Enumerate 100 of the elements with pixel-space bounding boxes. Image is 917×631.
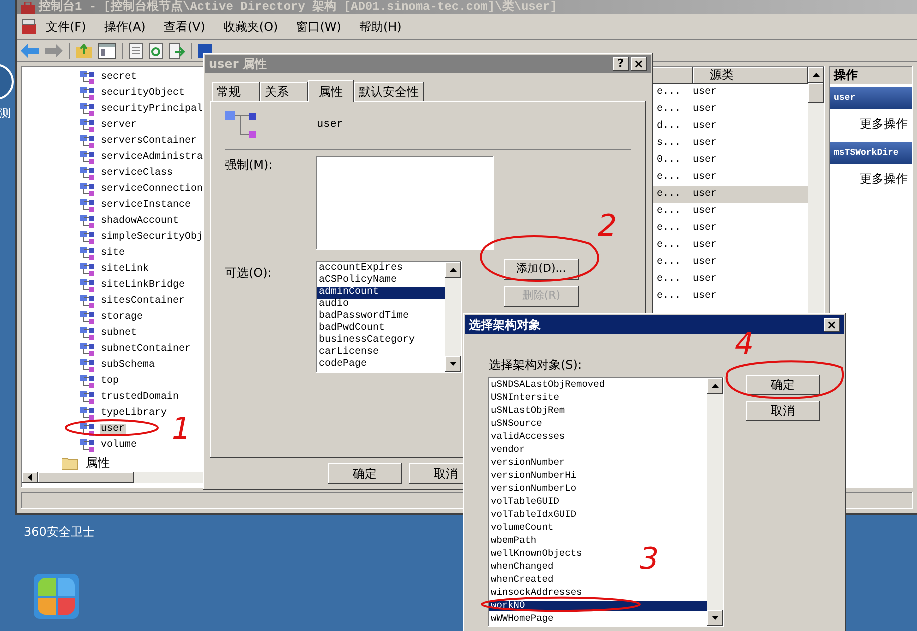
tree-item[interactable]: subnet bbox=[100, 328, 138, 340]
scroll-thumb[interactable] bbox=[38, 472, 134, 483]
tree-item[interactable]: 属性 bbox=[86, 454, 110, 472]
add-button[interactable]: 添加(D)... bbox=[504, 259, 579, 280]
list-item[interactable]: codePage bbox=[317, 359, 445, 371]
class-icon bbox=[80, 407, 96, 421]
list-item[interactable]: businessCategory bbox=[317, 335, 445, 347]
close-button[interactable]: × bbox=[824, 318, 840, 332]
menu-item[interactable]: 文件(F) bbox=[37, 18, 96, 36]
list-item[interactable]: aCSPolicyName bbox=[317, 275, 445, 287]
menu-item[interactable]: 帮助(H) bbox=[350, 18, 411, 36]
scroll-thumb[interactable] bbox=[808, 83, 824, 103]
schema-object-list[interactable] bbox=[488, 377, 724, 627]
cancel-button[interactable]: 取消 bbox=[746, 401, 820, 421]
list-item[interactable]: whenChanged bbox=[489, 562, 556, 572]
table-cell-text: user bbox=[693, 154, 718, 168]
class-icon bbox=[80, 183, 96, 197]
table-cell-text: 0... bbox=[657, 154, 682, 168]
list-item[interactable]: volTableGUID bbox=[489, 497, 562, 507]
tree-item[interactable]: siteLink bbox=[100, 264, 150, 276]
class-icon bbox=[80, 423, 96, 437]
list-item[interactable]: versionNumberHi bbox=[489, 471, 579, 481]
tree-item[interactable]: securityPrincipal bbox=[100, 104, 204, 116]
horizontal-scrollbar[interactable] bbox=[22, 472, 205, 483]
scrollbar[interactable] bbox=[707, 378, 723, 626]
tree-item[interactable]: subnetContainer bbox=[100, 344, 192, 356]
tree-item[interactable]: serviceInstance bbox=[100, 200, 192, 212]
tree-item[interactable]: server bbox=[100, 120, 138, 132]
menu-item[interactable]: 查看(V) bbox=[154, 18, 214, 36]
export-icon[interactable] bbox=[169, 42, 185, 58]
class-icon bbox=[80, 295, 96, 309]
action-link[interactable]: 更多操作 bbox=[830, 164, 912, 194]
list-item[interactable]: USNIntersite bbox=[489, 393, 562, 403]
menu-item[interactable]: 窗口(W) bbox=[287, 18, 350, 36]
class-icon bbox=[80, 359, 96, 373]
tree-item[interactable]: top bbox=[100, 376, 120, 388]
list-item[interactable]: winsockAddresses bbox=[489, 588, 584, 598]
close-button[interactable]: × bbox=[631, 57, 647, 71]
list-item[interactable]: validAccesses bbox=[489, 432, 568, 442]
tree-item[interactable]: shadowAccount bbox=[100, 216, 180, 228]
list-item[interactable]: wbemPath bbox=[489, 536, 539, 546]
tree-item[interactable]: simpleSecurityObj bbox=[100, 232, 204, 244]
table-cell-text: e... bbox=[657, 256, 682, 270]
ok-button[interactable]: 确定 bbox=[328, 463, 402, 484]
menu-item[interactable]: 操作(A) bbox=[95, 18, 155, 36]
tree-item[interactable]: subSchema bbox=[100, 360, 156, 372]
actions-section-header[interactable]: msTSWorkDire bbox=[830, 142, 912, 164]
up-arrow-icon bbox=[712, 384, 718, 388]
list-item[interactable]: carLicense bbox=[317, 347, 445, 359]
tree-item[interactable]: typeLibrary bbox=[100, 408, 168, 420]
list-item[interactable]: volumeCount bbox=[489, 523, 556, 533]
class-icon bbox=[80, 167, 96, 181]
list-item[interactable]: versionNumberLo bbox=[489, 484, 579, 494]
tree-item[interactable]: serviceConnection bbox=[100, 184, 204, 196]
document-icon[interactable] bbox=[129, 42, 143, 58]
table-cell-text: e... bbox=[657, 171, 682, 185]
tree-item[interactable]: serversContainer bbox=[100, 136, 198, 148]
tree-item[interactable]: trustedDomain bbox=[100, 392, 180, 404]
list-item[interactable]: audio bbox=[317, 299, 445, 311]
tab[interactable]: 属性 bbox=[308, 80, 354, 102]
tree-item[interactable]: secret bbox=[100, 72, 138, 84]
tree-item[interactable]: securityObject bbox=[100, 88, 186, 100]
column-header[interactable]: 源类 bbox=[693, 67, 808, 84]
list-item[interactable]: uSNDSALastObjRemoved bbox=[489, 380, 608, 390]
refresh-icon[interactable] bbox=[149, 42, 163, 58]
tree-item[interactable]: site bbox=[100, 248, 126, 260]
table-cell-text: e... bbox=[657, 239, 682, 253]
list-item[interactable]: volTableIdxGUID bbox=[489, 510, 579, 520]
optional-list[interactable]: accountExpires aCSPolicyName adminCount audio badPasswordTime badPwdCount businessCategory carLicense codePage bbox=[316, 261, 462, 373]
tab[interactable]: 常规 bbox=[212, 82, 260, 101]
action-link[interactable]: 更多操作 bbox=[830, 109, 912, 139]
tree-item[interactable]: sitesContainer bbox=[100, 296, 186, 308]
list-item[interactable]: wWWHomePage bbox=[489, 614, 556, 624]
table-cell-text: e... bbox=[657, 188, 682, 202]
menu-item[interactable]: 收藏夹(O) bbox=[214, 18, 288, 36]
tree-item[interactable]: storage bbox=[100, 312, 144, 324]
tree-toggle-icon[interactable] bbox=[98, 42, 116, 58]
tree-item[interactable]: user bbox=[100, 424, 126, 436]
help-button[interactable]: ? bbox=[613, 57, 629, 71]
list-item[interactable]: uSNSource bbox=[489, 419, 544, 429]
tree-item[interactable]: serviceAdministra bbox=[100, 152, 204, 164]
tree-item[interactable]: volume bbox=[100, 440, 138, 452]
list-item[interactable]: badPasswordTime bbox=[317, 311, 445, 323]
scrollbar[interactable] bbox=[445, 262, 461, 372]
annotation-number: 1 bbox=[172, 415, 192, 445]
list-item[interactable]: badPwdCount bbox=[317, 323, 445, 335]
desktop-icon-label[interactable]: 360安全卫士 bbox=[24, 524, 95, 540]
list-item[interactable]: uSNLastObjRem bbox=[489, 406, 568, 416]
list-item[interactable]: wellKnownObjects bbox=[489, 549, 584, 559]
list-item[interactable]: accountExpires bbox=[317, 263, 445, 275]
list-item[interactable]: whenCreated bbox=[489, 575, 556, 585]
actions-section-header[interactable]: user bbox=[830, 87, 912, 109]
tab[interactable]: 默认安全性 bbox=[354, 82, 424, 101]
tree-item[interactable]: siteLinkBridge bbox=[100, 280, 186, 292]
list-item[interactable]: versionNumber bbox=[489, 458, 568, 468]
class-icon bbox=[80, 135, 96, 149]
tree-item[interactable]: serviceClass bbox=[100, 168, 174, 180]
list-item[interactable]: adminCount bbox=[317, 287, 445, 299]
list-item[interactable]: vendor bbox=[489, 445, 528, 455]
ok-button[interactable]: 确定 bbox=[746, 375, 820, 395]
